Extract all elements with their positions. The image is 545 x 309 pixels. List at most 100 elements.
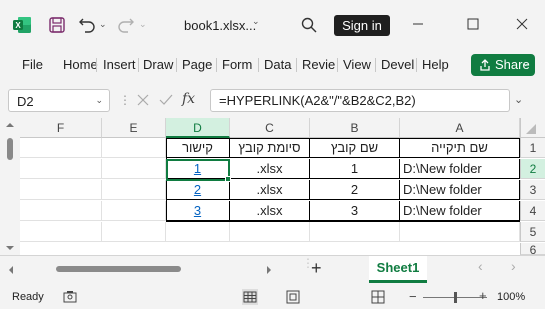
undo-dropdown-icon[interactable]: ⌄ [99, 19, 107, 30]
add-sheet-button[interactable]: + [311, 258, 322, 279]
column-header-B[interactable]: B [310, 118, 400, 138]
column-header-F[interactable]: F [20, 118, 102, 138]
cell-D3[interactable]: 2 [166, 180, 230, 200]
zoom-slider-thumb[interactable] [454, 292, 457, 303]
zoom-level[interactable]: 100% [497, 291, 525, 303]
horizontal-scroll-thumb[interactable] [56, 266, 181, 272]
column-header-C[interactable]: C [230, 118, 310, 138]
menu-file[interactable]: File [22, 57, 43, 72]
name-box-dropdown-icon[interactable]: ⌄ [95, 95, 103, 106]
menu-help[interactable]: Help [422, 57, 449, 72]
cell-E1[interactable] [102, 138, 166, 158]
menu-page[interactable]: Page [182, 57, 212, 72]
undo-icon[interactable] [77, 14, 97, 34]
column-header-A[interactable]: A [400, 118, 520, 138]
cell-B4[interactable]: 3 [310, 201, 400, 221]
cell-D5[interactable] [166, 222, 230, 242]
hyperlink[interactable]: 3 [194, 203, 201, 218]
menu-insert[interactable]: Insert [103, 57, 136, 72]
formula-input[interactable]: =HYPERLINK(A2&"/"&B2&C2,B2) [210, 89, 510, 112]
cell-D4[interactable]: 3 [166, 201, 230, 221]
cell-B3[interactable]: 2 [310, 180, 400, 200]
hscroll-right-icon[interactable] [265, 265, 273, 275]
cell-A2[interactable]: D:\New folder [400, 159, 520, 179]
svg-text:X: X [15, 21, 21, 30]
tab-sheet1[interactable]: Sheet1 [369, 256, 427, 283]
normal-view-button[interactable] [242, 289, 258, 305]
cell-C3[interactable]: .xlsx [230, 180, 310, 200]
cell-D1[interactable]: קישור [166, 138, 230, 158]
vertical-scroll-thumb[interactable] [7, 138, 13, 160]
cell-E2[interactable] [102, 159, 166, 179]
page-layout-view-button[interactable] [285, 289, 301, 305]
menu-review[interactable]: Revie [302, 57, 335, 72]
active-cell-border [166, 159, 230, 181]
expand-formula-bar-icon[interactable]: ⌄ [514, 93, 523, 106]
row-header-2[interactable]: 2 [520, 159, 545, 179]
scroll-down-icon[interactable] [5, 244, 15, 252]
cell-B1[interactable]: שם קובץ [310, 138, 400, 158]
menu-data[interactable]: Data [264, 57, 291, 72]
close-icon[interactable] [516, 18, 528, 30]
maximize-icon[interactable] [467, 18, 479, 30]
cell-F1[interactable] [20, 138, 102, 158]
redo-icon[interactable] [116, 14, 136, 34]
next-sheet-icon[interactable]: › [511, 258, 516, 274]
hscroll-left-icon[interactable] [7, 265, 15, 275]
page-break-view-button[interactable] [370, 289, 386, 305]
minimize-icon[interactable] [412, 18, 424, 30]
menu-form[interactable]: Form [222, 57, 252, 72]
menu-separator [138, 58, 139, 72]
cell-A5[interactable] [400, 222, 520, 242]
sign-in-button[interactable]: Sign in [334, 15, 390, 36]
menu-view[interactable]: View [343, 57, 371, 72]
zoom-in-icon[interactable]: + [479, 288, 487, 303]
save-icon[interactable] [48, 16, 66, 34]
cell-F3[interactable] [20, 180, 102, 200]
menu-separator [216, 58, 217, 72]
name-box[interactable]: D2 ⌄ [8, 89, 110, 112]
cell-C4[interactable]: .xlsx [230, 201, 310, 221]
row-header-6[interactable]: 6 [520, 243, 545, 257]
accessibility-icon[interactable] [62, 290, 78, 304]
menu-home[interactable]: Home [63, 57, 98, 72]
cell-A3[interactable]: D:\New folder [400, 180, 520, 200]
cell-E5[interactable] [102, 222, 166, 242]
menu-separator [96, 58, 97, 72]
document-title[interactable]: book1.xlsx... [184, 18, 256, 33]
fill-handle[interactable] [225, 176, 231, 182]
select-all-corner[interactable] [520, 118, 545, 138]
cell-F5[interactable] [20, 222, 102, 242]
cell-A4[interactable]: D:\New folder [400, 201, 520, 221]
row-header-1[interactable]: 1 [520, 138, 545, 158]
scroll-up-icon[interactable] [5, 121, 15, 129]
cell-F2[interactable] [20, 159, 102, 179]
more-options-icon[interactable]: ⋮ [119, 93, 131, 107]
redo-dropdown-icon[interactable]: ⌄ [139, 19, 147, 30]
hyperlink[interactable]: 2 [194, 182, 201, 197]
column-header-D[interactable]: D [166, 118, 230, 138]
cell-E4[interactable] [102, 201, 166, 221]
cell-E3[interactable] [102, 180, 166, 200]
cell-F4[interactable] [20, 201, 102, 221]
column-header-E[interactable]: E [102, 118, 166, 138]
document-title-dropdown-icon[interactable]: ⌄ [252, 16, 260, 27]
row-header-4[interactable]: 4 [520, 201, 545, 221]
menu-developer[interactable]: Devel [381, 57, 414, 72]
menu-draw[interactable]: Draw [143, 57, 173, 72]
cell-C2[interactable]: .xlsx [230, 159, 310, 179]
cell-C5[interactable] [230, 222, 310, 242]
row-header-3[interactable]: 3 [520, 180, 545, 200]
search-icon[interactable] [300, 16, 318, 34]
cell-B2[interactable]: 1 [310, 159, 400, 179]
cell-C1[interactable]: סיומת קובץ [230, 138, 310, 158]
row-header-5[interactable]: 5 [520, 222, 545, 242]
share-button[interactable]: Share ⌄ [471, 54, 535, 76]
confirm-entry-icon[interactable] [158, 93, 174, 107]
cancel-entry-icon[interactable] [136, 93, 150, 107]
insert-function-icon[interactable]: fx [182, 91, 195, 107]
prev-sheet-icon[interactable]: ‹ [478, 258, 483, 274]
cell-B5[interactable] [310, 222, 400, 242]
zoom-out-icon[interactable]: − [409, 289, 417, 304]
cell-A1[interactable]: שם תיקייה [400, 138, 520, 158]
